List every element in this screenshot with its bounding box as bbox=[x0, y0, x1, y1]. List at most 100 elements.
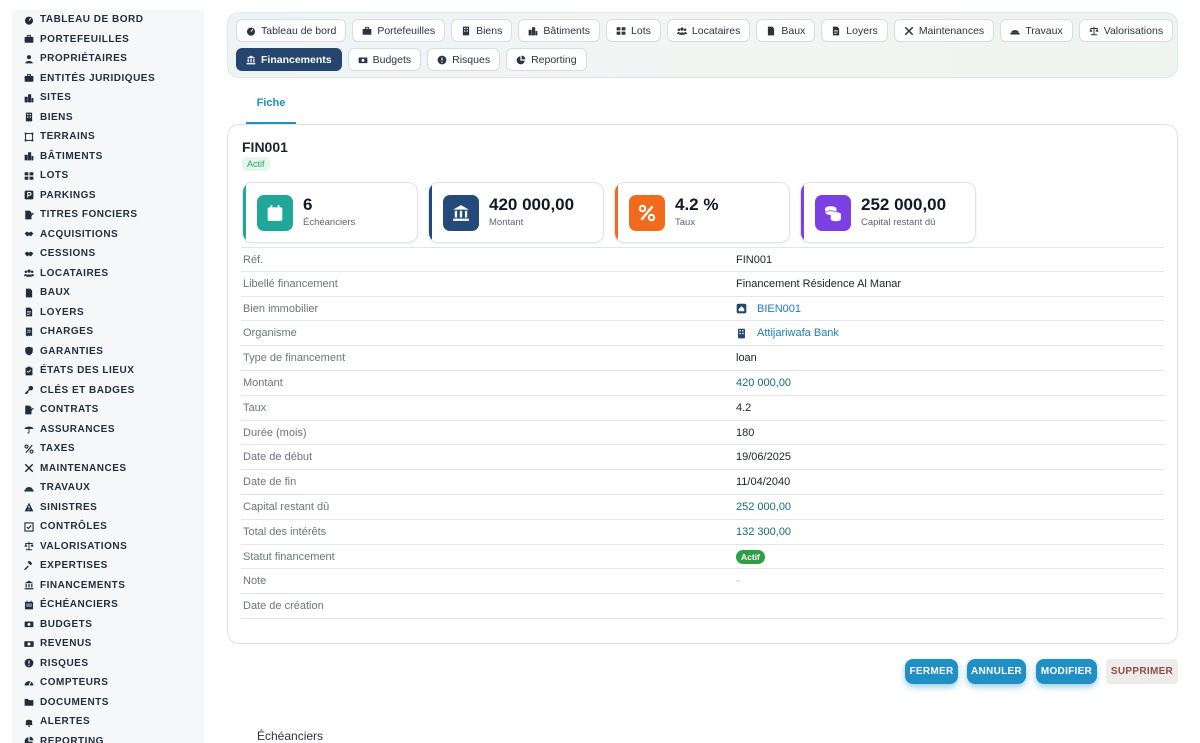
detail-value: 420 000,00 bbox=[736, 376, 792, 389]
nav-financements[interactable]: Financements bbox=[236, 48, 342, 71]
detail-label: Capital restant dû bbox=[243, 500, 330, 513]
nav-loyers[interactable]: Loyers bbox=[821, 19, 888, 42]
sidebar-item-échéanciers[interactable]: ÉCHÉANCIERS bbox=[12, 595, 204, 615]
nav-baux[interactable]: Baux bbox=[756, 19, 816, 42]
sidebar-item-label: EXPERTISES bbox=[40, 560, 108, 572]
kpi-card: 6 Échéanciers bbox=[242, 182, 418, 243]
detail-row: Libellé financement Financement Résidence… bbox=[241, 272, 1164, 297]
kpi-label: Capital restant dû bbox=[861, 217, 936, 228]
sidebar-item-titres-fonciers[interactable]: TITRES FONCIERS bbox=[12, 205, 204, 225]
nav-travaux[interactable]: Travaux bbox=[1000, 19, 1073, 42]
detail-link[interactable]: Attijariwafa Bank bbox=[736, 327, 839, 339]
sidebar-item-parkings[interactable]: PARKINGS bbox=[12, 186, 204, 206]
sidebar-item-risques[interactable]: RISQUES bbox=[12, 654, 204, 674]
handshake-icon bbox=[24, 229, 34, 239]
sidebar-item-garanties[interactable]: GARANTIES bbox=[12, 342, 204, 362]
sidebar-item-maintenances[interactable]: MAINTENANCES bbox=[12, 459, 204, 479]
edit-button[interactable]: MODIFIER bbox=[1036, 659, 1097, 684]
sidebar-item-baux[interactable]: BAUX bbox=[12, 283, 204, 303]
sidebar-item-acquisitions[interactable]: ACQUISITIONS bbox=[12, 225, 204, 245]
sidebar-item-label: REPORTING bbox=[40, 735, 104, 743]
sidebar-item-propriétaires[interactable]: PROPRIÉTAIRES bbox=[12, 49, 204, 69]
receipt-icon bbox=[24, 307, 34, 317]
section-title-echeanciers: Échéanciers bbox=[257, 729, 324, 743]
detail-label: Date de fin bbox=[243, 476, 297, 489]
nav-tableau-de-bord[interactable]: Tableau de bord bbox=[236, 19, 347, 42]
sidebar-item-documents[interactable]: DOCUMENTS bbox=[12, 693, 204, 713]
sidebar-item-clés-et-badges[interactable]: CLÉS ET BADGES bbox=[12, 381, 204, 401]
detail-link-text[interactable]: Attijariwafa Bank bbox=[757, 327, 839, 339]
sidebar-item-lots[interactable]: LOTS bbox=[12, 166, 204, 186]
sidebar-item-locataires[interactable]: LOCATAIRES bbox=[12, 264, 204, 284]
home-icon bbox=[736, 303, 752, 314]
nav-risques[interactable]: Risques bbox=[427, 48, 501, 71]
sidebar-item-entités-juridiques[interactable]: ENTITÉS JURIDIQUES bbox=[12, 69, 204, 89]
nav-label: Risques bbox=[452, 53, 491, 66]
tools-icon bbox=[24, 463, 34, 473]
alert-circle-icon bbox=[437, 55, 452, 65]
delete-button[interactable]: SUPPRIMER bbox=[1106, 659, 1178, 684]
detail-label: Durée (mois) bbox=[243, 426, 307, 439]
umbrella-icon bbox=[24, 424, 34, 434]
sidebar-item-label: PORTEFEUILLES bbox=[40, 33, 130, 45]
sidebar-item-contrôles[interactable]: CONTRÔLES bbox=[12, 517, 204, 537]
contract-icon bbox=[24, 405, 34, 415]
sidebar-item-loyers[interactable]: LOYERS bbox=[12, 303, 204, 323]
bell-icon bbox=[24, 717, 34, 727]
nav-bâtiments[interactable]: Bâtiments bbox=[518, 19, 601, 42]
sidebar-item-revenus[interactable]: REVENUS bbox=[12, 634, 204, 654]
sidebar-item-biens[interactable]: BIENS bbox=[12, 108, 204, 128]
nav-maintenances[interactable]: Maintenances bbox=[893, 19, 995, 42]
close-button[interactable]: FERMER bbox=[905, 659, 958, 684]
tab-fiche[interactable]: Fiche bbox=[246, 88, 296, 124]
sidebar-item-budgets[interactable]: BUDGETS bbox=[12, 615, 204, 635]
nav-budgets[interactable]: Budgets bbox=[347, 48, 422, 71]
detail-link[interactable]: BIEN001 bbox=[736, 303, 801, 315]
sidebar-item-compteurs[interactable]: COMPTEURS bbox=[12, 673, 204, 693]
sidebar-item-expertises[interactable]: EXPERTISES bbox=[12, 556, 204, 576]
parking-icon bbox=[24, 190, 34, 200]
sidebar-item-label: ASSURANCES bbox=[40, 423, 116, 435]
cancel-button[interactable]: ANNULER bbox=[967, 659, 1026, 684]
kpi-value: 6 bbox=[303, 195, 313, 214]
nav-locataires[interactable]: Locataires bbox=[666, 19, 751, 42]
sidebar-item-états-des-lieux[interactable]: ÉTATS DES LIEUX bbox=[12, 361, 204, 381]
kpi-value: 4.2 % bbox=[675, 195, 719, 214]
sidebar-item-alertes[interactable]: ALERTES bbox=[12, 712, 204, 732]
users-icon bbox=[24, 268, 34, 278]
nav-portefeuilles[interactable]: Portefeuilles bbox=[352, 19, 446, 42]
sidebar-item-cessions[interactable]: CESSIONS bbox=[12, 244, 204, 264]
clipboard-icon bbox=[24, 366, 34, 376]
sidebar-item-label: BÂTIMENTS bbox=[40, 150, 103, 162]
nav-reporting[interactable]: Reporting bbox=[506, 48, 587, 71]
sidebar-item-assurances[interactable]: ASSURANCES bbox=[12, 420, 204, 440]
detail-link-text[interactable]: BIEN001 bbox=[757, 303, 801, 315]
sidebar-item-financements[interactable]: FINANCEMENTS bbox=[12, 576, 204, 596]
sidebar-item-sinistres[interactable]: SINISTRES bbox=[12, 498, 204, 518]
sidebar: TABLEAU DE BORD PORTEFEUILLES PROPRIÉTAIRE… bbox=[12, 10, 204, 743]
sidebar-item-portefeuilles[interactable]: PORTEFEUILLES bbox=[12, 30, 204, 50]
sidebar-item-sites[interactable]: SITES bbox=[12, 88, 204, 108]
sidebar-item-reporting[interactable]: REPORTING bbox=[12, 732, 204, 743]
sidebar-item-terrains[interactable]: TERRAINS bbox=[12, 127, 204, 147]
kpi-card: 252 000,00 Capital restant dû bbox=[800, 182, 976, 243]
sidebar-item-label: FINANCEMENTS bbox=[40, 579, 126, 591]
sidebar-item-valorisations[interactable]: VALORISATIONS bbox=[12, 537, 204, 557]
nav-lots[interactable]: Lots bbox=[606, 19, 661, 42]
city-icon bbox=[24, 93, 34, 103]
sidebar-item-bâtiments[interactable]: BÂTIMENTS bbox=[12, 147, 204, 167]
sidebar-item-contrats[interactable]: CONTRATS bbox=[12, 400, 204, 420]
nav-biens[interactable]: Biens bbox=[451, 19, 513, 42]
sidebar-item-label: ALERTES bbox=[40, 716, 91, 728]
nav-valorisations[interactable]: Valorisations bbox=[1078, 19, 1174, 42]
sidebar-item-taxes[interactable]: TAXES bbox=[12, 439, 204, 459]
kpi-value: 420 000,00 bbox=[489, 195, 575, 214]
sidebar-item-tableau-de-bord[interactable]: TABLEAU DE BORD bbox=[12, 10, 204, 30]
sidebar-item-label: TAXES bbox=[40, 443, 76, 455]
sidebar-item-travaux[interactable]: TRAVAUX bbox=[12, 478, 204, 498]
gavel-icon bbox=[24, 560, 34, 571]
sidebar-item-label: CONTRATS bbox=[40, 404, 99, 416]
sidebar-item-charges[interactable]: CHARGES bbox=[12, 322, 204, 342]
hard-hat-icon bbox=[24, 483, 34, 493]
file-signature-icon bbox=[24, 210, 34, 220]
